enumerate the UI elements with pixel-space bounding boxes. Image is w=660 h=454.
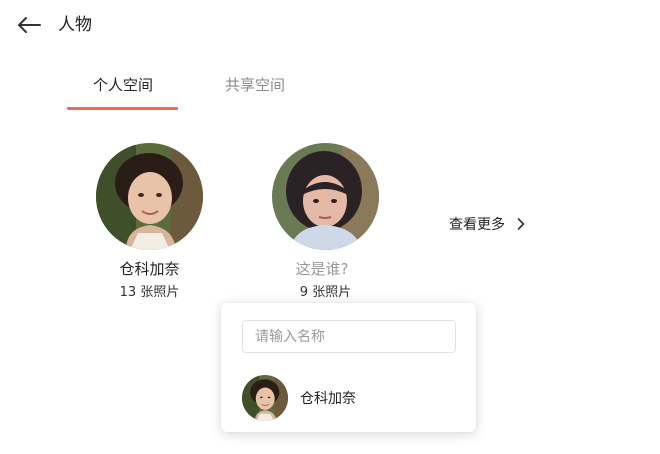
- person-photo: [96, 143, 203, 250]
- name-person-popover: 仓科加奈: [221, 303, 476, 432]
- unnamed-person-label[interactable]: 这是谁?: [272, 259, 372, 279]
- suggestion-item[interactable]: 仓科加奈: [242, 375, 456, 421]
- chevron-right-icon: [517, 218, 525, 230]
- person-avatar[interactable]: [96, 143, 203, 250]
- suggestion-avatar: [242, 375, 288, 421]
- see-more-link[interactable]: 查看更多: [449, 213, 525, 235]
- person-photo: [272, 143, 379, 250]
- see-more-label: 查看更多: [449, 217, 505, 233]
- photo-count: 9 张照片: [299, 285, 352, 300]
- person-name[interactable]: 仓科加奈: [96, 259, 203, 279]
- photo-count: 13 张照片: [119, 285, 180, 300]
- arrow-left-icon: [18, 17, 41, 33]
- page-title: 人物: [58, 15, 92, 35]
- name-input[interactable]: [242, 320, 456, 353]
- active-tab-indicator: [67, 107, 178, 110]
- suggestion-name: 仓科加奈: [300, 391, 356, 407]
- back-button[interactable]: [14, 12, 44, 38]
- tab-shared-space[interactable]: 共享空间: [225, 74, 285, 96]
- people-page: 人物 个人空间 共享空间 仓科加奈 13 张照片 这是谁? 9 张照片 查看更多…: [0, 0, 660, 454]
- tab-personal-space[interactable]: 个人空间: [93, 74, 153, 96]
- person-photo: [242, 375, 288, 421]
- person-avatar[interactable]: [272, 143, 379, 250]
